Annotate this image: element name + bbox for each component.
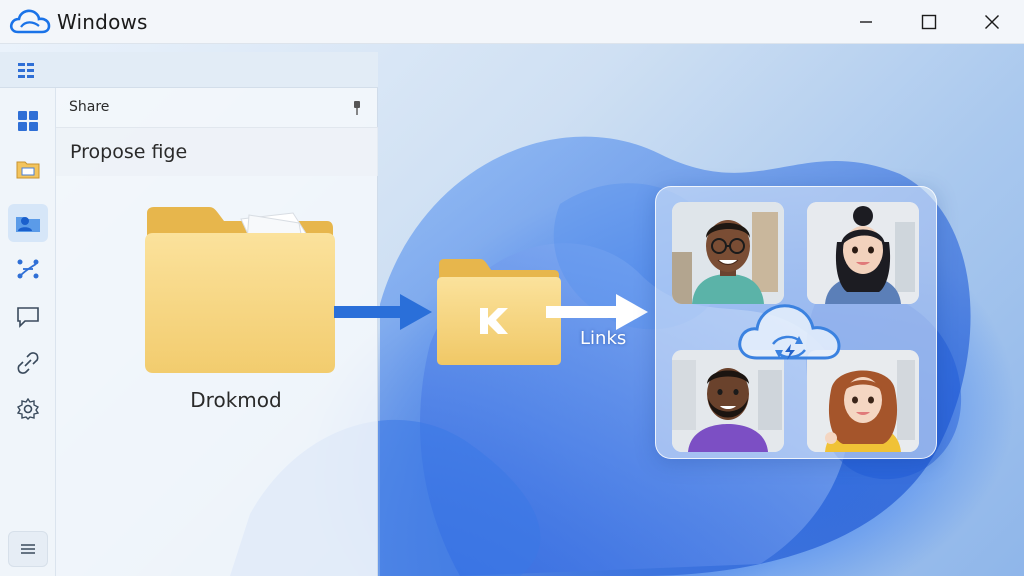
rail-item-shared[interactable] xyxy=(8,204,48,242)
person-avatar-icon xyxy=(672,202,784,304)
avatar[interactable] xyxy=(807,202,919,304)
chat-icon xyxy=(17,307,39,328)
rail-item-chat[interactable] xyxy=(8,298,48,336)
panel-toggle-icon[interactable] xyxy=(17,62,35,80)
menu-icon xyxy=(21,544,35,554)
minimize-icon xyxy=(860,21,872,23)
menu-button[interactable] xyxy=(8,531,48,567)
rail-item-apps[interactable] xyxy=(8,102,48,140)
connections-icon xyxy=(17,259,39,279)
panel-header xyxy=(0,52,378,88)
cloud-logo-icon xyxy=(9,9,51,34)
large-folder-icon[interactable] xyxy=(143,205,337,375)
pin-icon[interactable] xyxy=(352,100,362,116)
panel-heading: Propose fige xyxy=(70,141,188,163)
link-icon xyxy=(17,352,39,374)
folder-icon xyxy=(16,161,40,179)
shared-folder-icon xyxy=(16,217,40,232)
arrow-right-icon xyxy=(334,294,432,330)
close-button[interactable] xyxy=(960,0,1024,44)
apps-grid-icon xyxy=(18,111,38,131)
maximize-icon xyxy=(921,14,937,30)
links-label: Links xyxy=(580,328,627,349)
arrow-right-white-icon xyxy=(546,294,648,330)
cloud-sync-icon xyxy=(738,304,841,360)
share-label: Share xyxy=(69,99,110,115)
person-avatar-icon xyxy=(807,202,919,304)
shared-link-folder-icon[interactable] xyxy=(436,258,562,366)
minimize-button[interactable] xyxy=(834,0,898,44)
folder-caption: Drokmod xyxy=(190,388,282,412)
rail-item-settings[interactable] xyxy=(8,390,48,428)
window-title: Windows xyxy=(57,10,148,34)
close-icon xyxy=(985,15,999,29)
rail-item-files[interactable] xyxy=(8,150,48,188)
rail-item-connections[interactable] xyxy=(8,250,48,288)
settings-icon xyxy=(17,398,39,420)
rail-item-links[interactable] xyxy=(8,344,48,382)
navigation-rail xyxy=(0,88,56,576)
heading-row: Propose fige xyxy=(56,128,378,176)
share-row: Share xyxy=(56,88,378,128)
maximize-button[interactable] xyxy=(897,0,961,44)
title-bar: Windows xyxy=(0,0,1024,44)
avatar[interactable] xyxy=(672,202,784,304)
